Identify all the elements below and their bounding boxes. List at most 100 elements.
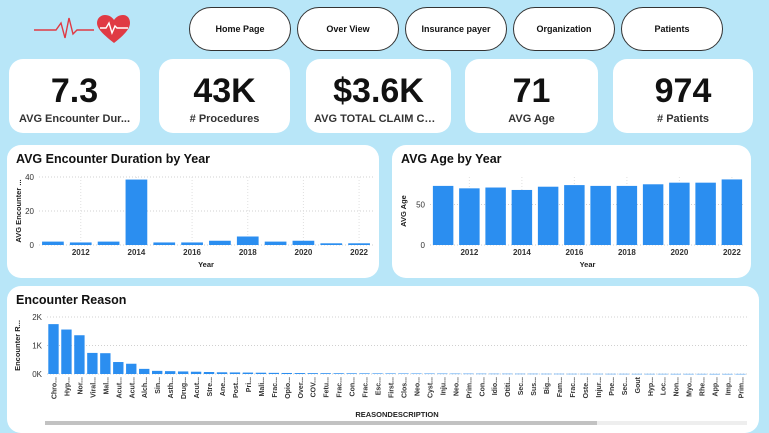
x-tick-label: Mali...	[259, 377, 266, 397]
x-tick-label: Frac...	[570, 377, 577, 398]
kpi-value: 7.3	[50, 72, 99, 110]
nav-insurance-payer-button[interactable]: Insurance payer	[405, 7, 507, 51]
chart-panel-avg-encounter-duration: AVG Encounter Duration by Year 0 20 40 2012…	[7, 145, 379, 278]
bar	[432, 185, 454, 245]
bar	[616, 185, 638, 245]
bar	[125, 179, 148, 245]
x-tick-label: Frac...	[337, 377, 344, 398]
chart-avg-encounter-duration-by-year: 0 20 40 2012 2014 2016 2018 2020 2022 Year AVG Enc…	[14, 173, 373, 269]
nav-patients-button[interactable]: Patients	[621, 7, 723, 51]
bar	[346, 373, 357, 374]
nav-home-page-button[interactable]: Home Page	[189, 7, 291, 51]
bar	[424, 373, 435, 375]
bar	[590, 185, 611, 245]
x-tick-label: Viral...	[90, 377, 97, 398]
bar	[177, 371, 189, 374]
bar	[74, 335, 85, 374]
x-tick-label: Otiti...	[505, 377, 512, 397]
x-tick-label: Con...	[479, 377, 486, 396]
x-tick-label: Esc...	[376, 377, 383, 395]
x-tick-label: Inju...	[440, 377, 447, 395]
bar	[100, 353, 111, 374]
x-tick-label: 2020	[295, 248, 313, 257]
x-tick-label: Injur...	[596, 377, 603, 398]
bar	[450, 373, 461, 375]
nav-organization-button[interactable]: Organization	[513, 7, 615, 51]
x-tick-label: COV...	[311, 377, 318, 397]
x-tick-label: 2022	[723, 248, 741, 257]
x-tick-label: Idio...	[492, 377, 499, 395]
bar	[722, 373, 733, 375]
x-tick-label: Big...	[544, 377, 551, 394]
chart-encounter-reason: 0K 1K 2K Chro... Hyp... Nor... Viral... Mal... A…	[13, 313, 747, 425]
x-tick-label: Frac...	[363, 377, 370, 398]
x-tick-label: Ane...	[220, 377, 227, 396]
bar	[48, 324, 59, 374]
y-axis-title: Encounter R...	[13, 320, 22, 371]
y-tick-label: 0K	[32, 370, 42, 379]
bar	[709, 373, 720, 375]
kpi-label: # Procedures	[189, 113, 260, 125]
y-axis-title: AVG Age	[399, 195, 408, 227]
bar	[385, 373, 396, 374]
bar	[190, 371, 202, 374]
y-tick-label: 0	[421, 241, 426, 250]
bar	[294, 373, 305, 374]
bar	[476, 373, 487, 375]
x-tick-label: Prim...	[739, 377, 746, 398]
x-tick-label: Pne...	[609, 377, 616, 396]
nav-overview-button[interactable]: Over View	[297, 7, 399, 51]
x-tick-label: 2014	[128, 248, 146, 257]
bar	[514, 373, 526, 375]
x-tick-label: Post...	[233, 377, 240, 398]
bar	[236, 236, 259, 245]
bar	[618, 373, 630, 375]
kpi-value: 974	[654, 72, 712, 110]
x-tick-label: 2020	[670, 248, 688, 257]
x-tick-label: 2014	[513, 248, 531, 257]
bar	[61, 329, 72, 374]
bar	[695, 182, 716, 245]
bar	[209, 240, 231, 245]
x-tick-label: Oste...	[583, 377, 590, 398]
x-tick-label: Non...	[674, 377, 681, 396]
chart-panel-encounter-reason: Encounter Reason 0K 1K 2K Chro... Hyp... Nor.…	[7, 286, 759, 433]
bar	[113, 362, 124, 374]
bar	[372, 373, 383, 374]
kpi-value: 71	[512, 72, 551, 110]
x-tick-label: Neo...	[453, 377, 460, 396]
x-tick-label: 2016	[183, 248, 201, 257]
x-tick-label: Asth...	[168, 377, 175, 398]
x-tick-label: Sec...	[622, 377, 629, 395]
x-tick-label: Acut...	[129, 377, 136, 398]
kpi-value: $3.6K	[333, 72, 424, 110]
bar	[348, 243, 370, 245]
y-axis-title: AVG Encounter ...	[14, 179, 23, 242]
kpi-card-avg-encounter-duration: 7.3 AVG Encounter Dur...	[9, 59, 140, 133]
bar	[255, 372, 267, 374]
x-tick-label: App...	[713, 377, 720, 396]
bar	[359, 373, 370, 374]
x-tick-label: Alch...	[142, 377, 149, 398]
bar	[459, 188, 480, 245]
x-tick-label: Over...	[298, 377, 305, 398]
x-tick-label: Pri...	[246, 377, 253, 392]
bar	[631, 373, 642, 375]
scrollbar-thumb[interactable]	[45, 421, 597, 425]
bar	[320, 373, 331, 374]
x-tick-label: 2018	[239, 248, 257, 257]
bar	[126, 363, 137, 374]
x-tick-label: 2012	[460, 248, 478, 257]
bar	[97, 241, 120, 245]
x-tick-label: Neo...	[414, 377, 421, 396]
bar	[644, 373, 655, 375]
chart-avg-age-by-year: 0 50 2012 2014 2016 2018 2020 2022 Year AVG Age	[399, 177, 745, 269]
x-tick-label: First...	[389, 377, 396, 398]
bar	[242, 372, 254, 374]
x-tick-label: Hyp...	[64, 377, 71, 396]
x-tick-label: Opio...	[285, 377, 292, 399]
bar	[527, 373, 539, 375]
x-tick-label: Fam...	[557, 377, 564, 397]
kpi-card-avg-age: 71 AVG Age	[465, 59, 598, 133]
x-tick-label: Mal...	[103, 377, 110, 395]
